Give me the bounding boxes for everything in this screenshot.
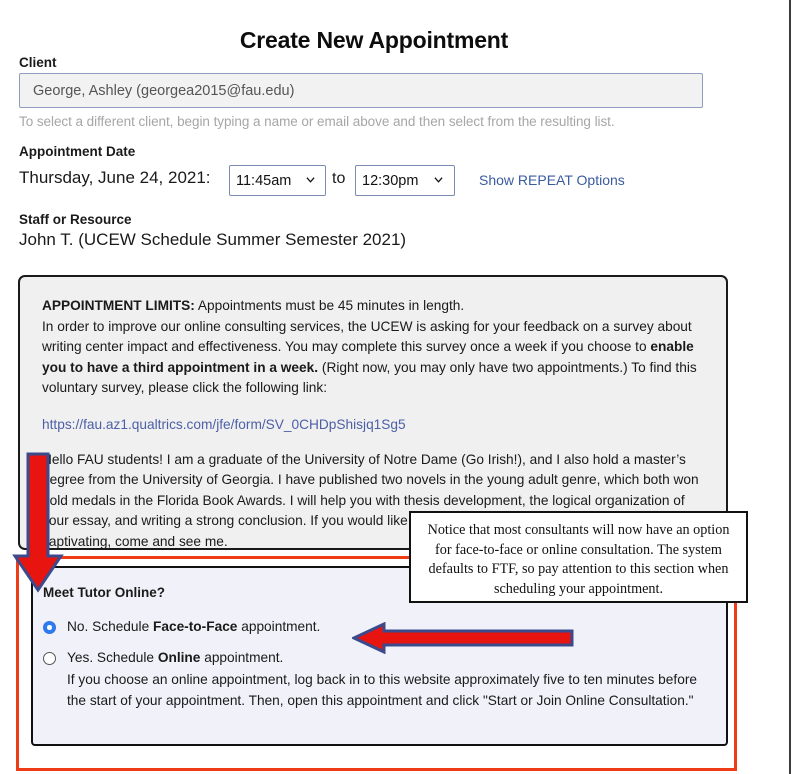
window-right-border	[789, 0, 791, 774]
radio-ftf-post: appointment.	[237, 619, 321, 634]
annotation-callout-box: Notice that most consultants will now ha…	[409, 511, 748, 603]
appointment-date-text: Thursday, June 24, 2021:	[19, 168, 211, 187]
time-range-separator: to	[332, 170, 346, 187]
staff-label: Staff or Resource	[19, 212, 132, 227]
end-time-select[interactable]: 12:30pm	[355, 165, 455, 196]
radio-ftf-pre: No. Schedule	[67, 619, 153, 634]
client-input[interactable]	[19, 73, 703, 108]
radio-button-online[interactable]	[43, 652, 56, 665]
annotation-callout-text: Notice that most consultants will now ha…	[427, 522, 730, 597]
appointment-limits-heading: APPOINTMENT LIMITS:	[42, 298, 195, 313]
appointment-form-page: Create New Appointment Client To select …	[0, 0, 797, 774]
survey-link[interactable]: https://fau.az1.qualtrics.com/jfe/form/S…	[42, 417, 702, 432]
radio-online-bold: Online	[157, 650, 201, 665]
left-arrow-annotation-icon	[352, 622, 574, 654]
radio-label-face-to-face: No. Schedule Face-to-Face appointment.	[67, 619, 320, 634]
appointment-notes-panel: APPOINTMENT LIMITS: Appointments must be…	[18, 275, 728, 550]
down-arrow-annotation-icon	[12, 452, 64, 593]
radio-online-pre: Yes. Schedule	[67, 650, 158, 665]
start-time-select[interactable]: 11:45am	[229, 165, 326, 196]
radio-ftf-bold: Face-to-Face	[152, 619, 238, 634]
page-title: Create New Appointment	[239, 27, 509, 54]
appointment-date-label: Appointment Date	[19, 144, 136, 159]
survey-text-pre: In order to improve our online consultin…	[42, 318, 692, 355]
client-hint-text: To select a different client, begin typi…	[19, 114, 615, 129]
client-label: Client	[19, 55, 57, 70]
radio-online-post: appointment.	[200, 650, 284, 665]
radio-label-online: Yes. Schedule Online appointment.	[67, 650, 283, 665]
show-repeat-options-link[interactable]: Show REPEAT Options	[479, 172, 625, 188]
appointment-limits-paragraph: APPOINTMENT LIMITS: Appointments must be…	[42, 296, 702, 399]
online-appointment-description: If you choose an online appointment, log…	[67, 672, 697, 708]
staff-value: John T. (UCEW Schedule Summer Semester 2…	[19, 230, 407, 249]
radio-button-face-to-face[interactable]	[43, 621, 56, 634]
appointment-limits-text: Appointments must be 45 minutes in lengt…	[194, 298, 465, 313]
